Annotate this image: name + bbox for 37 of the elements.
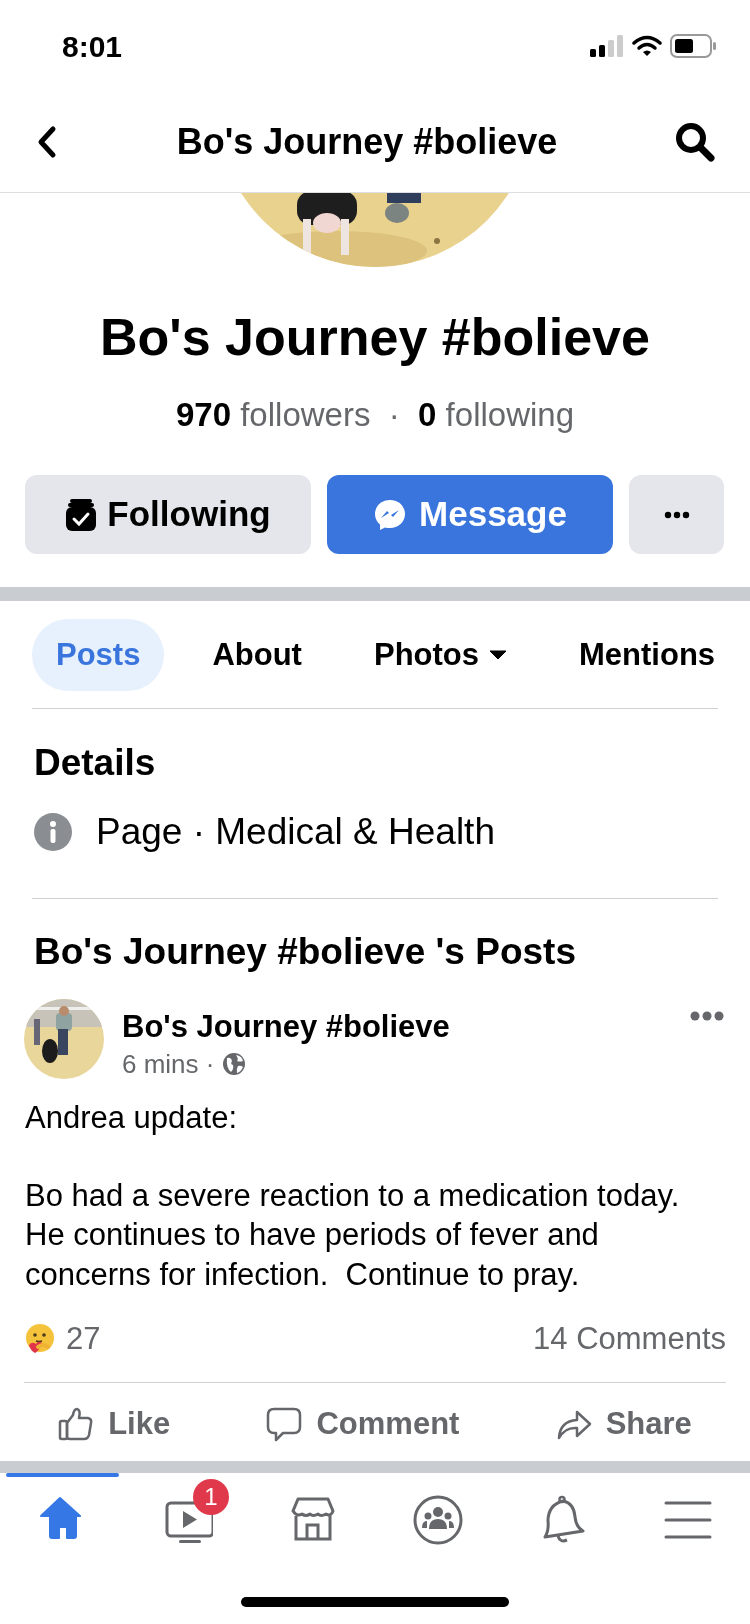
- notification-badge: 1: [193, 1479, 229, 1515]
- battery-icon: [670, 34, 716, 58]
- wifi-icon: [632, 35, 662, 57]
- people-icon[interactable]: [412, 1495, 463, 1545]
- messenger-icon: [373, 497, 408, 532]
- more-icon[interactable]: [690, 1011, 724, 1021]
- share-button[interactable]: Share: [555, 1400, 692, 1448]
- speech-bubble-icon: [266, 1406, 303, 1442]
- tab[interactable]: Photos: [349, 619, 531, 691]
- tab[interactable]: About: [188, 619, 326, 691]
- post-text: Andrea update:: [25, 1099, 238, 1137]
- page-title: Bo's Journey #bolieve: [176, 120, 558, 164]
- info-icon: [34, 813, 72, 851]
- following-icon: [65, 497, 98, 532]
- post-time: 6 mins ·: [122, 1047, 215, 1081]
- tab[interactable]: Mentions: [555, 619, 740, 691]
- more-icon: [663, 510, 690, 519]
- reaction-count: 27: [66, 1319, 101, 1358]
- like-button[interactable]: Like: [58, 1400, 171, 1448]
- status-time: 8:01: [62, 28, 123, 65]
- post-text: Bo had a severe reaction to a medication today. He continues to have periods of fever and concerns for infection. Continue to pray.: [25, 1176, 681, 1294]
- tab[interactable]: Posts: [32, 619, 165, 691]
- comment-count[interactable]: 14 Comments: [533, 1315, 726, 1363]
- message-button[interactable]: Message: [327, 475, 613, 554]
- care-emoji-icon: [24, 1323, 56, 1355]
- globe-icon: [222, 1052, 247, 1076]
- page-name: Bo's Journey #bolieve: [100, 307, 650, 367]
- search-icon[interactable]: [674, 121, 716, 163]
- follower-stats: 970 followers · 0 following: [175, 395, 574, 435]
- page-category: Page · Medical & Health: [96, 810, 495, 855]
- signal-icon: [590, 35, 624, 57]
- thumbs-up-icon: [58, 1406, 95, 1442]
- section-title: Bo's Journey #bolieve 's Posts: [34, 930, 577, 974]
- section-title: Details: [34, 741, 157, 785]
- post-author: Bo's Journey #bolieve: [122, 1008, 451, 1046]
- following-button[interactable]: Following: [25, 475, 311, 554]
- comment-button[interactable]: Comment: [266, 1400, 460, 1448]
